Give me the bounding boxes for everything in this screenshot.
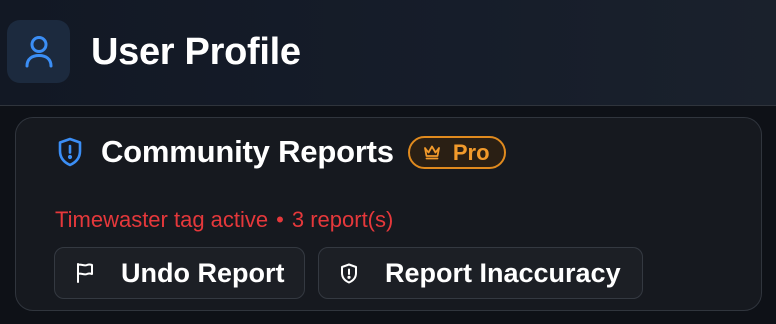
report-inaccuracy-button[interactable]: Report Inaccuracy — [318, 247, 643, 299]
user-icon — [7, 20, 70, 83]
undo-report-button[interactable]: Undo Report — [54, 247, 305, 299]
report-status: Timewaster tag active • 3 report(s) — [55, 206, 393, 234]
page-title: User Profile — [91, 31, 301, 73]
crown-icon — [423, 143, 441, 161]
card-title: Community Reports — [101, 134, 394, 169]
flag-icon — [74, 262, 96, 284]
pro-badge: Pro — [407, 135, 506, 169]
status-tag-text: Timewaster tag active — [55, 207, 269, 232]
shield-alert-icon — [338, 262, 360, 284]
report-inaccuracy-label: Report Inaccuracy — [385, 258, 621, 288]
community-reports-card: Community Reports Pro Timewaster tag act… — [15, 117, 762, 311]
shield-alert-icon — [56, 137, 84, 167]
status-separator: • — [276, 207, 284, 232]
card-header: Community Reports Pro — [56, 132, 506, 172]
undo-report-label: Undo Report — [121, 258, 285, 288]
pro-badge-label: Pro — [452, 139, 490, 165]
status-report-count: 3 report(s) — [291, 207, 394, 232]
app-header: User Profile — [0, 0, 776, 106]
